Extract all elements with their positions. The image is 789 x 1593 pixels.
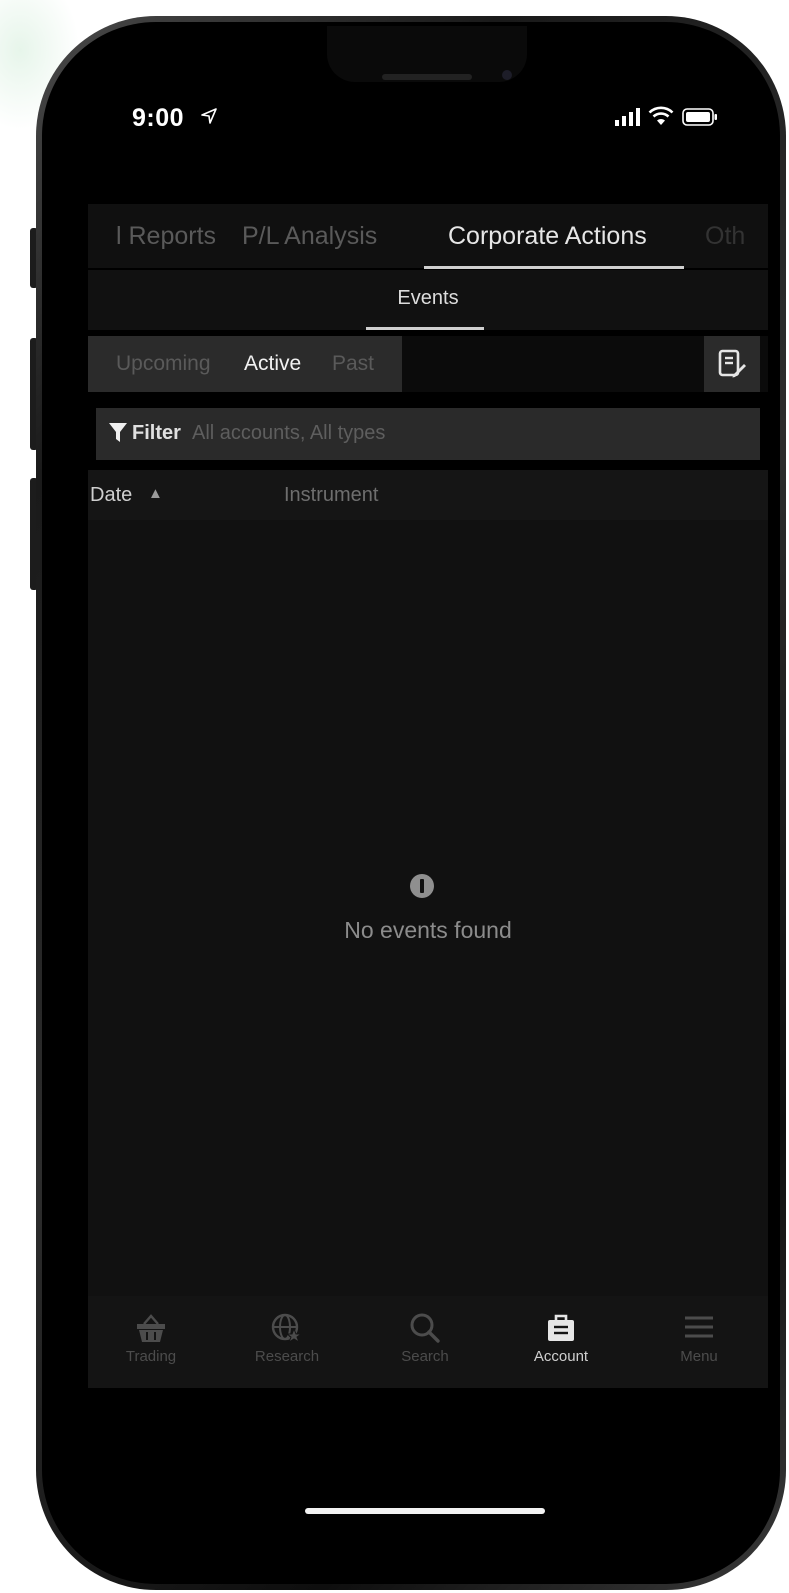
nav-trading-label: Trading xyxy=(125,1348,177,1365)
search-icon xyxy=(410,1313,440,1343)
top-tab-bar: l Reports P/L Analysis Corporate Actions… xyxy=(88,204,768,269)
segment-active[interactable]: Active xyxy=(244,352,301,376)
tab-events[interactable]: Events xyxy=(88,287,768,310)
active-tab-indicator xyxy=(424,266,684,269)
nav-trading[interactable]: Trading xyxy=(96,1312,206,1365)
sort-ascending-icon: ▲ xyxy=(148,485,163,502)
basket-icon xyxy=(137,1314,165,1342)
tab-reports[interactable]: l Reports xyxy=(116,222,216,251)
nav-menu[interactable]: Menu xyxy=(644,1312,754,1365)
filter-bar[interactable]: Filter All accounts, All types xyxy=(96,408,760,460)
speaker xyxy=(382,74,472,80)
wifi-icon xyxy=(648,106,674,125)
tab-other[interactable]: Oth xyxy=(705,222,745,251)
phone-screen: 9:00 l Reports P/L Analysis Corporate Ac… xyxy=(52,26,768,1564)
event-period-segmented-control: Upcoming Active Past xyxy=(88,336,402,392)
nav-account[interactable]: Account xyxy=(506,1312,616,1365)
front-camera xyxy=(502,70,512,80)
info-icon xyxy=(410,874,434,898)
export-report-button[interactable] xyxy=(704,336,760,392)
segment-past[interactable]: Past xyxy=(332,352,374,376)
nav-research[interactable]: Research xyxy=(232,1312,342,1365)
home-indicator[interactable] xyxy=(305,1508,545,1514)
table-header: Date ▲ Instrument xyxy=(88,470,768,520)
status-time: 9:00 xyxy=(132,104,185,132)
segment-upcoming[interactable]: Upcoming xyxy=(116,352,211,376)
nav-account-label: Account xyxy=(533,1348,589,1365)
filter-value: All accounts, All types xyxy=(192,422,386,444)
hamburger-menu-icon xyxy=(685,1316,713,1338)
page: 9:00 l Reports P/L Analysis Corporate Ac… xyxy=(0,0,789,1593)
cellular-signal-icon xyxy=(615,108,640,126)
tab-pl-analysis[interactable]: P/L Analysis xyxy=(242,222,377,251)
sub-tab-bar: Events xyxy=(88,270,768,330)
column-header-instrument[interactable]: Instrument xyxy=(284,484,378,507)
nav-search-label: Search xyxy=(401,1348,449,1365)
location-arrow-icon xyxy=(201,108,217,124)
briefcase-icon xyxy=(548,1314,574,1341)
segment-row: Upcoming Active Past xyxy=(88,336,768,392)
document-edit-icon xyxy=(718,349,746,378)
filter-funnel-icon xyxy=(109,423,127,442)
nav-menu-label: Menu xyxy=(680,1348,718,1365)
tab-corporate-actions[interactable]: Corporate Actions xyxy=(448,222,647,251)
battery-icon xyxy=(682,108,717,126)
nav-search[interactable]: Search xyxy=(370,1312,480,1365)
empty-state-message: No events found xyxy=(344,917,512,943)
active-subtab-indicator xyxy=(366,327,484,330)
events-list: No events found xyxy=(88,520,768,1296)
nav-research-label: Research xyxy=(254,1348,320,1365)
bottom-navigation: Trading Research Search Account Menu xyxy=(88,1296,768,1388)
filter-label: Filter xyxy=(132,422,181,444)
column-header-date[interactable]: Date xyxy=(90,484,132,507)
globe-star-icon xyxy=(271,1313,303,1344)
